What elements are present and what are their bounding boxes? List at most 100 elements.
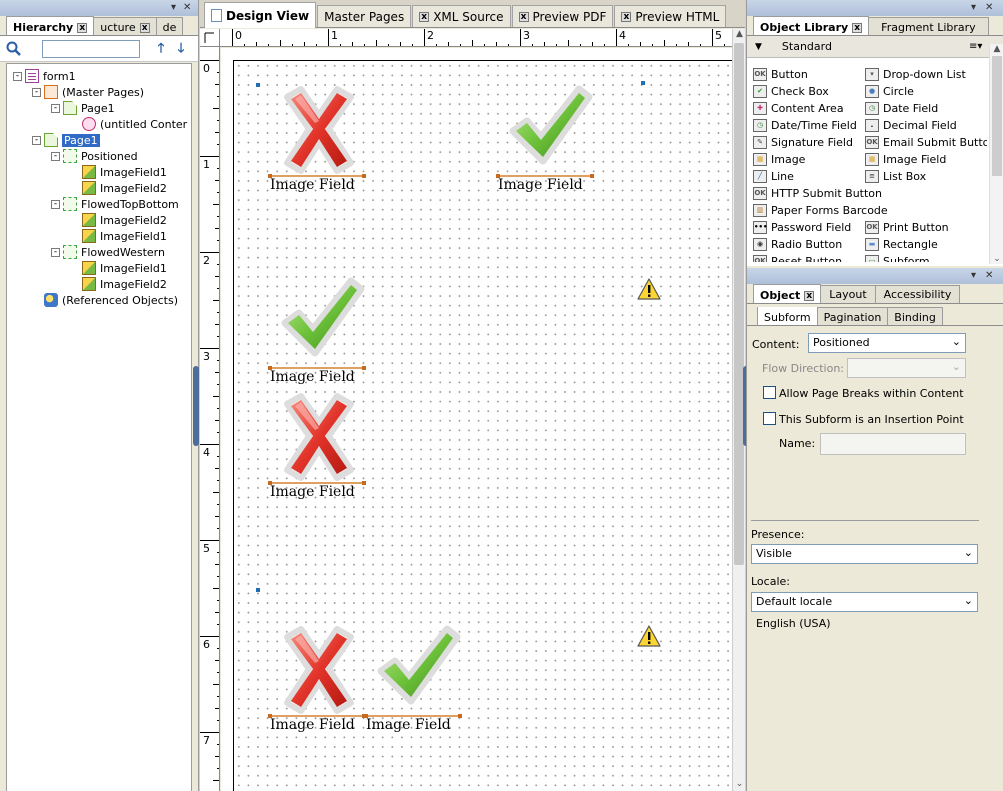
- object-library-grip[interactable]: ▾ ✕: [747, 0, 1003, 16]
- panel-close-icon[interactable]: ✕: [985, 270, 993, 281]
- close-icon[interactable]: x: [419, 11, 430, 22]
- library-item[interactable]: ▦ Image Field: [865, 151, 987, 168]
- image-field[interactable]: Image Field: [268, 86, 366, 193]
- insertion-point-checkbox[interactable]: [763, 412, 776, 425]
- close-icon[interactable]: x: [139, 22, 150, 33]
- tab-preview-pdf[interactable]: x Preview PDF: [511, 5, 614, 27]
- move-down-arrow-icon[interactable]: 🡓: [174, 41, 188, 56]
- tree-node[interactable]: ImageField2: [7, 180, 191, 196]
- scrollbar-thumb[interactable]: [992, 56, 1002, 176]
- subtab-binding[interactable]: Binding: [887, 307, 943, 325]
- collapse-toggle-icon[interactable]: -: [32, 87, 41, 97]
- library-item[interactable]: ◷ Date/Time Field: [753, 117, 865, 134]
- library-item[interactable]: ╱ Line: [753, 168, 865, 185]
- presence-select[interactable]: Visible ⌄: [751, 544, 978, 564]
- library-item[interactable]: ✚ Content Area: [753, 100, 865, 117]
- collapse-toggle-icon[interactable]: -: [51, 247, 60, 257]
- tab-data-view[interactable]: de: [155, 17, 184, 35]
- hierarchy-panel-grip[interactable]: ▾ ✕: [0, 0, 198, 16]
- library-item[interactable]: OK Email Submit Button: [865, 134, 987, 151]
- scroll-up-icon[interactable]: ▲: [990, 44, 1003, 54]
- panel-menu-icon[interactable]: ▾: [971, 2, 976, 13]
- tab-structure[interactable]: ucture x: [93, 17, 157, 35]
- design-canvas[interactable]: Image Field Image Field Image Field Image F…: [221, 48, 732, 791]
- library-item[interactable]: . Decimal Field: [865, 117, 987, 134]
- tab-xml-source[interactable]: x XML Source: [412, 5, 511, 27]
- collapse-toggle-icon[interactable]: -: [51, 199, 60, 209]
- object-library-scrollbar[interactable]: ▲ ⌄: [989, 44, 1003, 264]
- collapse-toggle-icon[interactable]: -: [32, 135, 41, 145]
- collapse-toggle-icon[interactable]: -: [51, 103, 60, 113]
- form-page[interactable]: Image Field Image Field Image Field Image F…: [233, 60, 732, 791]
- selection-handle[interactable]: [256, 83, 260, 87]
- image-field[interactable]: Image Field: [268, 277, 366, 385]
- collapse-toggle-icon[interactable]: -: [13, 71, 22, 81]
- tree-node[interactable]: ImageField1: [7, 228, 191, 244]
- panel-menu-icon[interactable]: ▾: [171, 2, 176, 13]
- scroll-down-icon[interactable]: ⌄: [990, 254, 1003, 264]
- tree-node[interactable]: ImageField2: [7, 212, 191, 228]
- search-input[interactable]: [42, 39, 140, 58]
- library-item[interactable]: ◉ Radio Button: [753, 236, 865, 253]
- close-icon[interactable]: x: [621, 11, 632, 22]
- scrollbar-thumb[interactable]: [734, 43, 744, 565]
- properties-grip[interactable]: ▾ ✕: [747, 268, 1003, 284]
- panel-close-icon[interactable]: ✕: [183, 2, 191, 13]
- group-menu-icon[interactable]: ≡▾: [969, 41, 982, 52]
- library-item[interactable]: OK Print Button: [865, 219, 987, 236]
- tab-design-view[interactable]: Design View: [204, 2, 317, 28]
- tab-hierarchy[interactable]: Hierarchy x: [6, 16, 95, 35]
- tree-node[interactable]: - Page1: [7, 100, 191, 116]
- image-field[interactable]: Image Field: [496, 85, 594, 193]
- left-panel-collapse-handle[interactable]: [193, 366, 199, 446]
- library-item[interactable]: ▾ Drop-down List: [865, 66, 987, 83]
- close-icon[interactable]: x: [518, 11, 529, 22]
- selection-handle[interactable]: [641, 81, 645, 85]
- library-item[interactable]: ✔ Check Box: [753, 83, 865, 100]
- subtab-subform[interactable]: Subform: [757, 307, 818, 325]
- tab-object[interactable]: Object x: [753, 284, 822, 303]
- image-field[interactable]: Image Field: [268, 626, 366, 733]
- tree-node[interactable]: ImageField2: [7, 276, 191, 292]
- tab-fragment-library[interactable]: Fragment Library: [868, 17, 989, 35]
- subtab-pagination[interactable]: Pagination: [816, 307, 889, 325]
- image-field[interactable]: Image Field: [268, 393, 366, 500]
- library-item[interactable]: OK HTTP Submit Button: [753, 185, 882, 202]
- close-icon[interactable]: x: [804, 290, 815, 301]
- tab-layout[interactable]: Layout: [820, 285, 876, 303]
- library-item[interactable]: ◷ Date Field: [865, 100, 987, 117]
- library-item[interactable]: ≡ List Box: [865, 168, 987, 185]
- collapse-toggle-icon[interactable]: -: [51, 151, 60, 161]
- tree-node[interactable]: - FlowedWestern: [7, 244, 191, 260]
- library-item[interactable]: ▥ Paper Forms Barcode: [753, 202, 888, 219]
- move-up-arrow-icon[interactable]: 🡑: [154, 41, 168, 56]
- library-item[interactable]: ✎ Signature Field: [753, 134, 865, 151]
- locale-select[interactable]: Default locale ⌄: [751, 592, 978, 612]
- tree-node[interactable]: - (Master Pages): [7, 84, 191, 100]
- tree-node[interactable]: - Positioned: [7, 148, 191, 164]
- warning-icon[interactable]: [637, 278, 661, 300]
- close-icon[interactable]: x: [77, 22, 88, 33]
- tree-node[interactable]: - Page1: [7, 132, 191, 148]
- content-select[interactable]: Positioned ⌄: [808, 333, 966, 353]
- library-group-header[interactable]: ▼ Standard ≡▾: [747, 36, 1003, 58]
- warning-icon[interactable]: [637, 625, 661, 647]
- allow-page-breaks-checkbox[interactable]: [763, 386, 776, 399]
- scroll-down-icon[interactable]: ⌄: [733, 779, 746, 789]
- collapse-triangle-icon[interactable]: ▼: [755, 42, 762, 52]
- tree-node[interactable]: - form1: [7, 68, 191, 84]
- image-field[interactable]: Image Field: [364, 625, 462, 733]
- tab-preview-html[interactable]: x Preview HTML: [614, 5, 727, 27]
- search-icon[interactable]: [6, 41, 22, 57]
- library-item[interactable]: ••• Password Field: [753, 219, 865, 236]
- tab-master-pages[interactable]: Master Pages: [317, 5, 412, 27]
- library-item[interactable]: ▦ Image: [753, 151, 865, 168]
- scroll-up-icon[interactable]: ▲: [733, 29, 746, 39]
- tree-node[interactable]: (untitled Conter: [7, 116, 191, 132]
- close-icon[interactable]: x: [852, 22, 863, 33]
- library-item[interactable]: ▭ Subform: [865, 253, 987, 262]
- tab-accessibility[interactable]: Accessibility: [874, 285, 961, 303]
- tree-node[interactable]: (Referenced Objects): [7, 292, 191, 308]
- tree-node[interactable]: ImageField1: [7, 260, 191, 276]
- selection-handle[interactable]: [256, 588, 260, 592]
